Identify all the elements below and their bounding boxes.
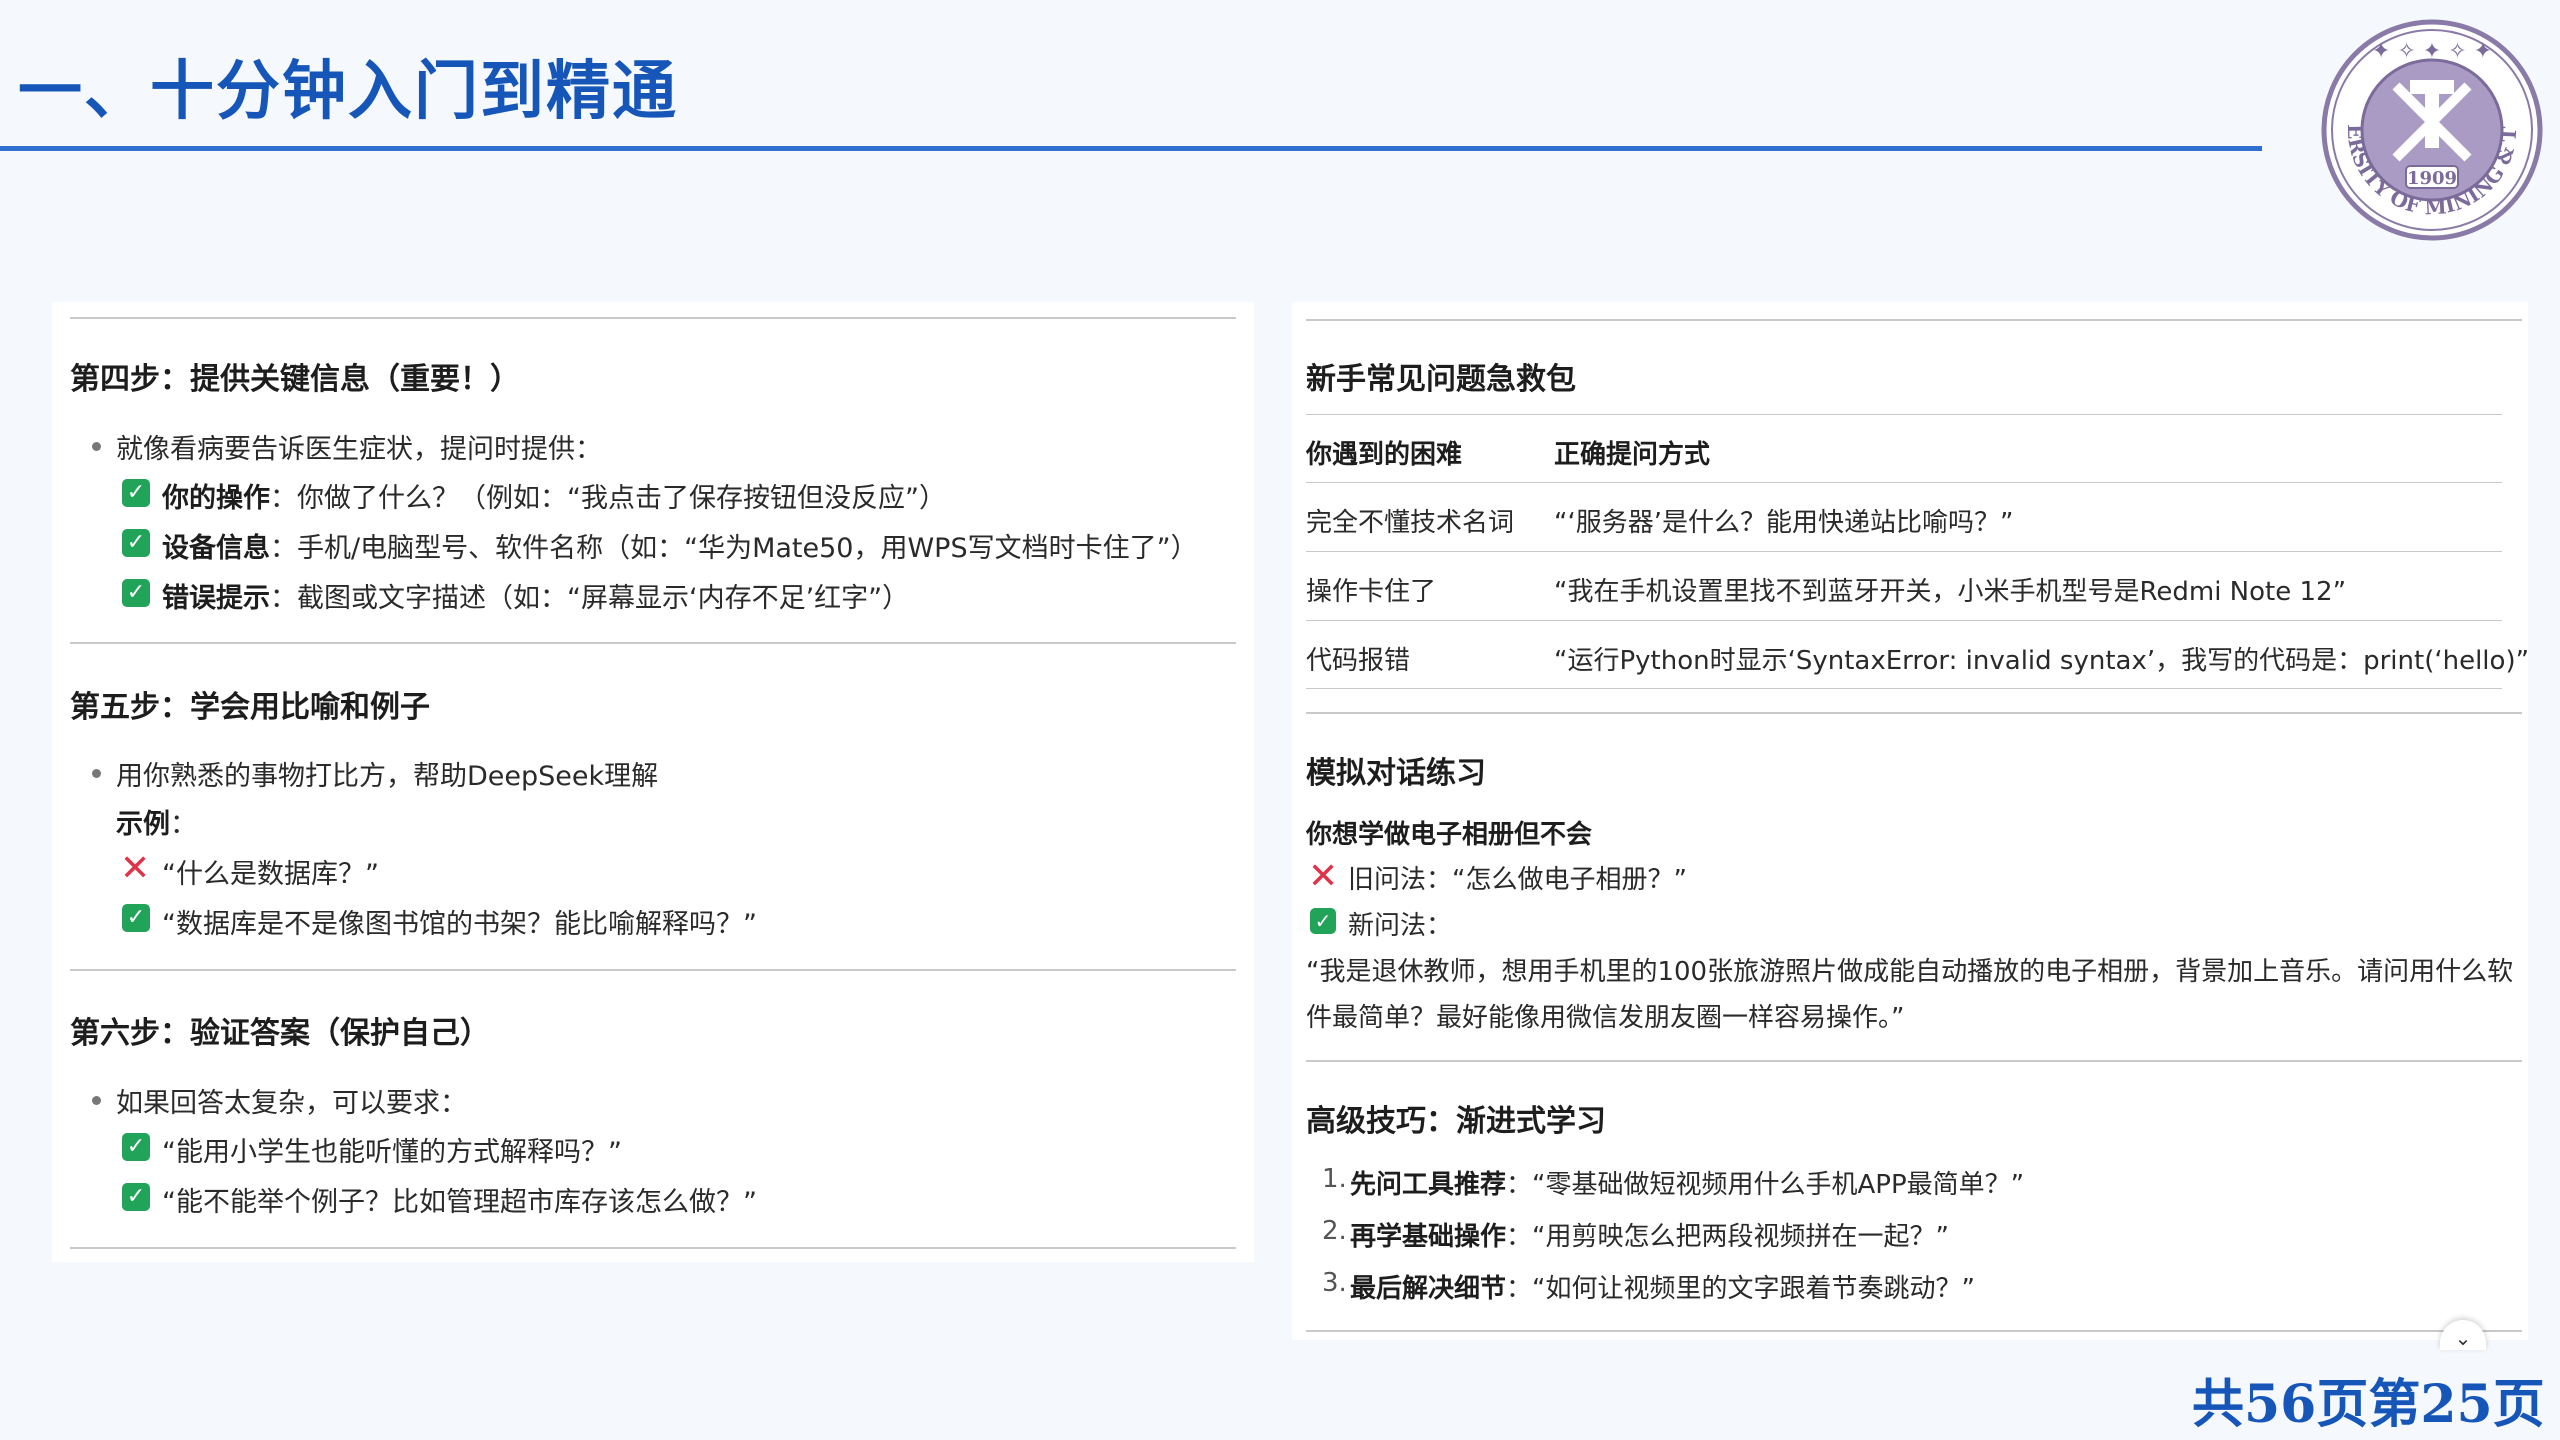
practice-new-question: 件最简单？最好能像用微信发朋友圈一样容易操作。” (1306, 1003, 1905, 1033)
practice-new-question: “我是退休教师，想用手机里的100张旅游照片做成能自动播放的电子相册，背景加上音… (1306, 957, 2514, 987)
step5-bad-example: “什么是数据库？” (162, 859, 379, 890)
check-icon: ✓ (122, 1133, 150, 1161)
practice-scenario: 你想学做电子相册但不会 (1306, 820, 1593, 850)
slide-title: 一、十分钟入门到精通 (18, 54, 678, 129)
step-number: 3. (1322, 1268, 1347, 1298)
tips-panel: 新手常见问题急救包 你遇到的困难 正确提问方式 完全不懂技术名词 “‘服务器’是… (1292, 302, 2530, 1340)
step5-good-example: “数据库是不是像图书馆的书架？能比喻解释吗？” (162, 909, 757, 940)
page-counter: 共56页第25页 (2192, 1374, 2545, 1435)
help-title: 新手常见问题急救包 (1306, 362, 1576, 397)
practice-title: 模拟对话练习 (1306, 756, 1486, 791)
table-header-problem: 你遇到的困难 (1306, 440, 1463, 470)
practice-old-question: 旧问法：“怎么做电子相册？” (1348, 865, 1687, 895)
check-icon: ✓ (122, 904, 150, 932)
step-number: 1. (1322, 1164, 1347, 1194)
divider (70, 969, 1236, 971)
step4-item: 错误提示：截图或文字描述（如：“屏幕显示‘内存不足’红字”） (162, 583, 910, 614)
seal-year: 1909 (2407, 168, 2457, 189)
step4-item: 你的操作：你做了什么？（例如：“我点击了保存按钮但没反应”） (162, 483, 946, 514)
cross-icon: ✕ (120, 848, 151, 889)
step-number: 2. (1322, 1216, 1347, 1246)
table-cell: “我在手机设置里找不到蓝牙开关，小米手机型号是Redmi Note 12” (1554, 577, 2347, 607)
bullet-dot (92, 769, 101, 778)
divider (1306, 319, 2522, 321)
table-cell: “运行Python时显示‘SyntaxError: invalid syntax… (1554, 646, 2530, 676)
table-rule (1306, 414, 2502, 415)
step5-example-label: 示例： (116, 809, 197, 840)
table-cell: 代码报错 (1306, 646, 1411, 676)
check-icon: ✓ (122, 1183, 150, 1211)
step4-item: 设备信息：手机/电脑型号、软件名称（如：“华为Mate50，用WPS写文档时卡住… (162, 533, 1198, 564)
step4-intro: 就像看病要告诉医生症状，提问时提供： (116, 434, 602, 465)
step4-title: 第四步：提供关键信息（重要！） (70, 362, 520, 397)
practice-new-label: 新问法： (1348, 911, 1453, 941)
table-rule (1306, 551, 2502, 552)
divider (1306, 1330, 2522, 1332)
chevron-down-icon: ⌄ (2454, 1326, 2472, 1350)
step6-intro: 如果回答太复杂，可以要求： (116, 1088, 467, 1119)
seal-top-glyphs: ✦ ✧ ✦ ✧ ✦ (2372, 39, 2492, 64)
check-icon: ✓ (1310, 908, 1336, 934)
table-rule (1306, 482, 2502, 483)
divider (1306, 1060, 2522, 1062)
steps-panel: 第四步：提供关键信息（重要！） 就像看病要告诉医生症状，提问时提供： ✓ 你的操… (52, 302, 1254, 1262)
table-header-solution: 正确提问方式 (1554, 440, 1711, 470)
divider (1306, 712, 2522, 714)
advanced-step: 再学基础操作：“用剪映怎么把两段视频拼在一起？” (1350, 1222, 1949, 1252)
bullet-dot (92, 1096, 101, 1105)
table-rule (1306, 688, 2502, 689)
advanced-title: 高级技巧：渐进式学习 (1306, 1104, 1606, 1139)
table-rule (1306, 620, 2502, 621)
advanced-step: 先问工具推荐：“零基础做短视频用什么手机APP最简单？” (1350, 1170, 2025, 1200)
table-cell: 完全不懂技术名词 (1306, 508, 1515, 538)
divider (70, 317, 1236, 319)
table-cell: “‘服务器’是什么？能用快递站比喻吗？” (1554, 508, 2014, 538)
step5-title: 第五步：学会用比喻和例子 (70, 690, 430, 725)
bullet-dot (92, 442, 101, 451)
check-icon: ✓ (122, 529, 150, 557)
advanced-step: 最后解决细节：“如何让视频里的文字跟着节奏跳动？” (1350, 1274, 1975, 1304)
check-icon: ✓ (122, 579, 150, 607)
title-rule (0, 146, 2262, 151)
table-cell: 操作卡住了 (1306, 577, 1437, 607)
step6-title: 第六步：验证答案（保护自己） (70, 1016, 490, 1051)
divider (70, 1247, 1236, 1249)
divider (70, 642, 1236, 644)
step6-item: “能不能举个例子？比如管理超市库存该怎么做？” (162, 1187, 757, 1218)
cross-icon: ✕ (1308, 856, 1339, 897)
step5-intro: 用你熟悉的事物打比方，帮助DeepSeek理解 (116, 761, 659, 792)
check-icon: ✓ (122, 479, 150, 507)
step6-item: “能用小学生也能听懂的方式解释吗？” (162, 1137, 622, 1168)
university-seal-logo: CHINA UNIVERSITY OF MINING & TECHNOLOGY … (2318, 16, 2543, 241)
